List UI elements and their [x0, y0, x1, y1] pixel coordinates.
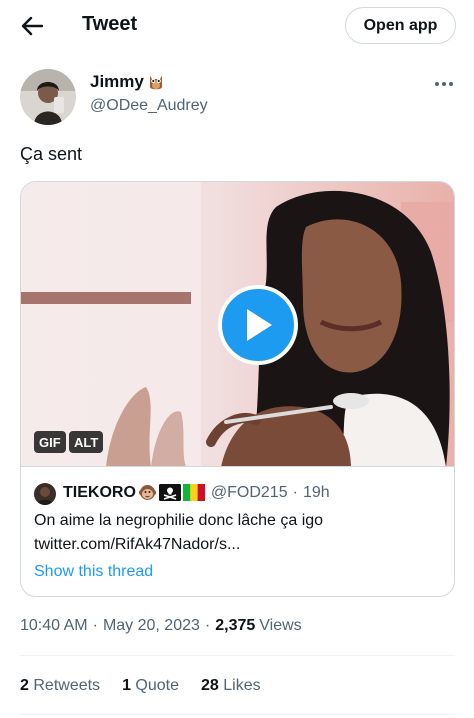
quoted-header: TIEKORO @FOD215 · 19h — [63, 483, 330, 502]
more-options-button[interactable] — [432, 72, 456, 96]
author-avatar[interactable] — [20, 69, 76, 125]
quoted-author-avatar — [34, 483, 56, 505]
open-app-button[interactable]: Open app — [345, 7, 456, 44]
monkey-emoji-icon — [138, 485, 156, 500]
top-bar: Tweet Open app — [0, 0, 474, 52]
back-button[interactable] — [18, 12, 46, 40]
pirate-flag-icon — [158, 484, 181, 501]
page-title: Tweet — [82, 13, 138, 35]
owl-emoji-icon — [149, 76, 162, 90]
views-count: 2,375 — [215, 617, 256, 634]
quoted-tweet[interactable]: TIEKORO @FOD215 · 19h On aime la negroph… — [20, 466, 455, 597]
quoted-author-handle: @FOD215 — [210, 483, 288, 501]
divider — [20, 714, 455, 715]
gif-badge: GIF — [34, 431, 66, 453]
play-button[interactable] — [218, 285, 298, 365]
author-handle[interactable]: @ODee_Audrey — [90, 97, 208, 115]
author-name[interactable]: Jimmy — [90, 72, 166, 92]
quoted-text-line1: On aime la negrophilie donc lâche ça igo — [34, 512, 324, 529]
quoted-text-line2: twitter.com/RifAk47Nador/s... — [34, 536, 241, 553]
quoted-separator: · — [292, 483, 298, 501]
gif-media[interactable]: GIF ALT — [20, 181, 455, 466]
tweet-time[interactable]: 10:40 AM — [20, 617, 88, 635]
divider — [20, 655, 455, 656]
quotes-stat[interactable]: 1 Quote — [122, 677, 179, 695]
more-horizontal-icon — [435, 82, 453, 86]
engagement-stats: 2 Retweets 1 Quote 28 Likes — [20, 677, 261, 695]
retweets-stat[interactable]: 2 Retweets — [20, 677, 100, 695]
tweet-meta: 10:40 AM · May 20, 2023 · 2,375 Views — [20, 617, 302, 635]
quoted-timestamp: 19h — [302, 483, 330, 501]
alt-badge[interactable]: ALT — [69, 431, 104, 453]
views-label: Views — [259, 617, 302, 634]
arrow-left-icon — [21, 16, 43, 36]
tweet-date[interactable]: May 20, 2023 — [103, 617, 200, 635]
meta-separator: · — [92, 617, 98, 634]
quoted-author-name: TIEKORO — [63, 483, 136, 501]
show-thread-link[interactable]: Show this thread — [34, 563, 153, 581]
mali-flag-icon — [182, 484, 205, 501]
tweet-text: Ça sent — [20, 144, 83, 164]
meta-separator: · — [204, 617, 211, 634]
play-icon — [247, 309, 272, 341]
likes-stat[interactable]: 28 Likes — [201, 677, 261, 695]
